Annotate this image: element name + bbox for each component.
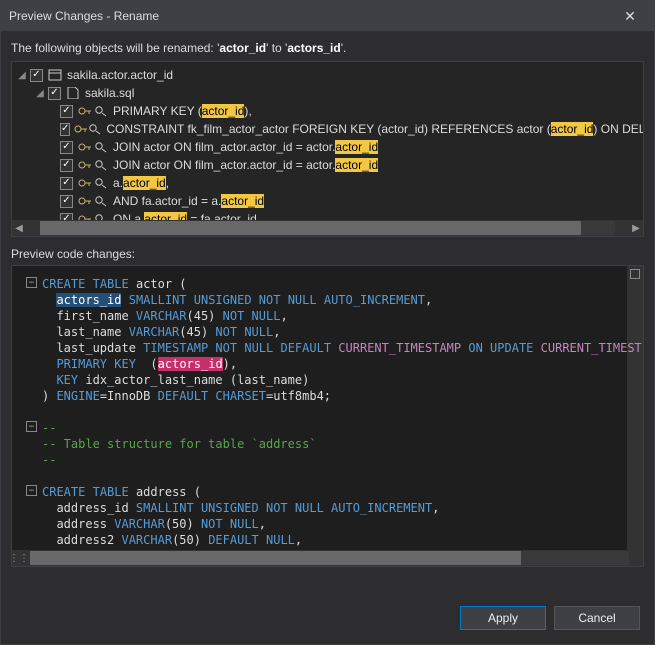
code-line: −CREATE TABLE address ( bbox=[12, 484, 643, 500]
tree-change-row[interactable]: a.actor_id, bbox=[12, 174, 643, 192]
code-horizontal-scrollbar[interactable]: ⋮⋮ bbox=[12, 550, 643, 566]
key-icon bbox=[77, 176, 93, 190]
tree-root-label: sakila.actor.actor_id bbox=[67, 68, 173, 82]
intro-mid: ' to ' bbox=[266, 41, 287, 55]
search-icon bbox=[93, 158, 109, 172]
change-text: AND fa.actor_id = a.actor_id bbox=[113, 194, 264, 208]
change-text: a.actor_id, bbox=[113, 176, 169, 190]
code-line: KEY idx_actor_last_name (last_name) bbox=[12, 372, 643, 388]
checkbox[interactable] bbox=[60, 195, 73, 208]
code-line: address2 VARCHAR(50) DEFAULT NULL, bbox=[12, 532, 643, 548]
search-icon bbox=[93, 212, 109, 220]
preview-changes-dialog: Preview Changes - Rename ✕ The following… bbox=[0, 0, 655, 645]
code-line bbox=[12, 404, 643, 420]
checkbox[interactable] bbox=[30, 69, 43, 82]
code-line: PRIMARY KEY (actors_id), bbox=[12, 356, 643, 372]
tree-body[interactable]: ◢ sakila.actor.actor_id ◢ sakila.sql PRI… bbox=[12, 62, 643, 220]
change-text: ON a.actor_id = fa.actor_id bbox=[113, 212, 257, 220]
code-line: district VARCHAR(20) NOT NULL, bbox=[12, 548, 643, 550]
intro-suffix: '. bbox=[341, 41, 347, 55]
tree-root-row[interactable]: ◢ sakila.actor.actor_id bbox=[12, 66, 643, 84]
checkbox[interactable] bbox=[60, 123, 70, 136]
change-text: CONSTRAINT fk_film_actor_actor FOREIGN K… bbox=[106, 122, 643, 136]
key-icon bbox=[77, 140, 93, 154]
checkbox[interactable] bbox=[60, 141, 73, 154]
cancel-button[interactable]: Cancel bbox=[554, 606, 640, 630]
tree-change-row[interactable]: ON a.actor_id = fa.actor_id bbox=[12, 210, 643, 220]
scroll-left-icon[interactable]: ◀ bbox=[12, 221, 26, 235]
scroll-right-icon[interactable]: ▶ bbox=[629, 221, 643, 235]
code-body[interactable]: −CREATE TABLE actor ( actors_id SMALLINT… bbox=[12, 266, 643, 550]
search-icon bbox=[88, 122, 102, 136]
key-icon bbox=[74, 122, 88, 136]
search-icon bbox=[93, 176, 109, 190]
change-text: JOIN actor ON film_actor.actor_id = acto… bbox=[113, 158, 378, 172]
intro-from: actor_id bbox=[219, 41, 266, 55]
search-icon bbox=[93, 140, 109, 154]
column-icon bbox=[47, 68, 63, 82]
sql-file-icon bbox=[65, 86, 81, 100]
code-line: first_name VARCHAR(45) NOT NULL, bbox=[12, 308, 643, 324]
code-line: last_update TIMESTAMP NOT NULL DEFAULT C… bbox=[12, 340, 643, 356]
code-line: −-- bbox=[12, 420, 643, 436]
intro-text: The following objects will be renamed: '… bbox=[1, 31, 654, 61]
dialog-buttons: Apply Cancel bbox=[1, 567, 654, 644]
tree-change-row[interactable]: JOIN actor ON film_actor.actor_id = acto… bbox=[12, 138, 643, 156]
tree-change-row[interactable]: PRIMARY KEY (actor_id), bbox=[12, 102, 643, 120]
renamed-token: actors_id bbox=[56, 293, 121, 307]
code-line: -- bbox=[12, 452, 643, 468]
renamed-token: actors_id bbox=[158, 357, 223, 371]
close-icon[interactable]: ✕ bbox=[614, 1, 646, 31]
change-text: JOIN actor ON film_actor.actor_id = acto… bbox=[113, 140, 378, 154]
search-icon bbox=[93, 194, 109, 208]
checkbox[interactable] bbox=[60, 159, 73, 172]
intro-to: actors_id bbox=[287, 41, 340, 55]
chevron-down-icon[interactable]: ◢ bbox=[34, 88, 46, 99]
code-line bbox=[12, 468, 643, 484]
code-line: -- Table structure for table `address` bbox=[12, 436, 643, 452]
tree-change-row[interactable]: JOIN actor ON film_actor.actor_id = acto… bbox=[12, 156, 643, 174]
changes-tree: ◢ sakila.actor.actor_id ◢ sakila.sql PRI… bbox=[11, 61, 644, 237]
fold-icon[interactable]: − bbox=[26, 277, 37, 288]
search-icon bbox=[93, 104, 109, 118]
code-line: last_name VARCHAR(45) NOT NULL, bbox=[12, 324, 643, 340]
checkbox[interactable] bbox=[60, 105, 73, 118]
fold-icon[interactable]: − bbox=[26, 485, 37, 496]
code-line: address VARCHAR(50) NOT NULL, bbox=[12, 516, 643, 532]
chevron-down-icon[interactable]: ◢ bbox=[16, 70, 28, 81]
checkbox[interactable] bbox=[60, 213, 73, 221]
window-title: Preview Changes - Rename bbox=[9, 9, 614, 23]
intro-prefix: The following objects will be renamed: ' bbox=[11, 41, 219, 55]
tree-file-label: sakila.sql bbox=[85, 86, 134, 100]
code-line: ) ENGINE=InnoDB DEFAULT CHARSET=utf8mb4; bbox=[12, 388, 643, 404]
code-line: address_id SMALLINT UNSIGNED NOT NULL AU… bbox=[12, 500, 643, 516]
apply-button[interactable]: Apply bbox=[460, 606, 546, 630]
key-icon bbox=[77, 158, 93, 172]
tree-file-row[interactable]: ◢ sakila.sql bbox=[12, 84, 643, 102]
code-line: −CREATE TABLE actor ( bbox=[12, 276, 643, 292]
code-line: actors_id SMALLINT UNSIGNED NOT NULL AUT… bbox=[12, 292, 643, 308]
tree-horizontal-scrollbar[interactable]: ◀ ▶ bbox=[12, 220, 643, 236]
checkbox[interactable] bbox=[60, 177, 73, 190]
checkbox[interactable] bbox=[48, 87, 61, 100]
key-icon bbox=[77, 194, 93, 208]
key-icon bbox=[77, 212, 93, 220]
code-preview: −CREATE TABLE actor ( actors_id SMALLINT… bbox=[11, 265, 644, 567]
tree-change-row[interactable]: AND fa.actor_id = a.actor_id bbox=[12, 192, 643, 210]
titlebar[interactable]: Preview Changes - Rename ✕ bbox=[1, 1, 654, 31]
preview-label: Preview code changes: bbox=[1, 237, 654, 265]
change-text: PRIMARY KEY (actor_id), bbox=[113, 104, 252, 118]
key-icon bbox=[77, 104, 93, 118]
tree-change-row[interactable]: CONSTRAINT fk_film_actor_actor FOREIGN K… bbox=[12, 120, 643, 138]
splitter-icon[interactable]: ⋮⋮ bbox=[12, 553, 26, 564]
fold-icon[interactable]: − bbox=[26, 421, 37, 432]
